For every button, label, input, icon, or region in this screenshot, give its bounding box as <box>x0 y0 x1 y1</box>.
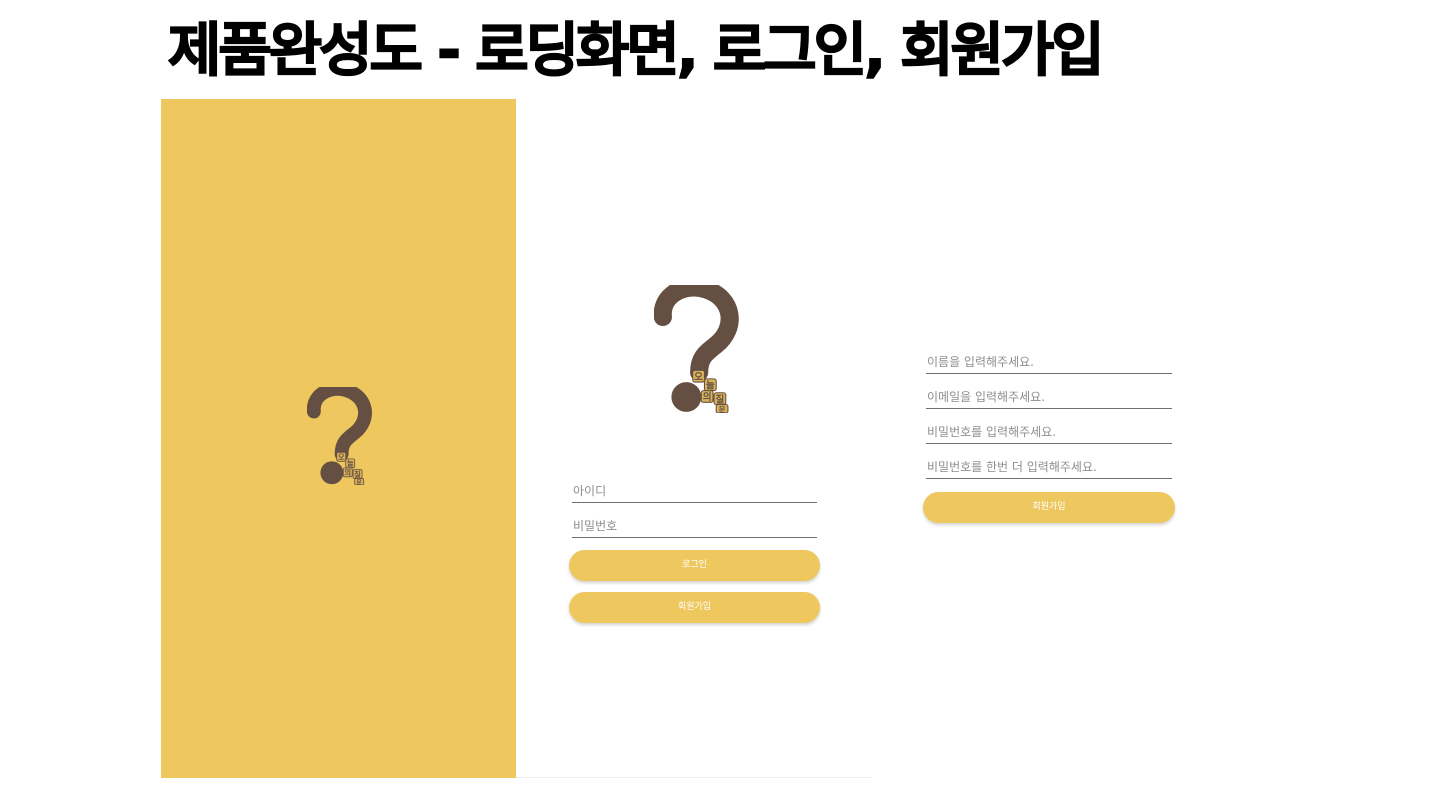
loading-screen: 오 늘 의 질 문 <box>161 99 516 778</box>
login-id-input[interactable]: 아이디 <box>572 481 817 503</box>
logo-glyph-1: 오 <box>338 453 345 462</box>
app-logo-question-mark-icon: 오 늘 의 질 문 <box>307 387 373 485</box>
logo-glyph-4: 질 <box>716 393 725 405</box>
signup-submit-button[interactable]: 회원가입 <box>923 492 1175 523</box>
slide-title: 제품완성도 - 로딩화면, 로그인, 회원가입 <box>167 15 1105 85</box>
logo-glyph-2: 늘 <box>347 459 354 468</box>
question-mark-icon: 오 늘 의 질 문 <box>307 387 372 485</box>
signup-email-input[interactable]: 이메일을 입력해주세요. <box>926 387 1172 409</box>
app-logo-question-mark-icon: 오 늘 의 질 문 <box>654 285 740 413</box>
logo-glyph-3: 의 <box>344 468 351 477</box>
login-screen: 오 늘 의 질 문 아이디 비밀번호 로그인 회원가입 <box>516 99 871 778</box>
logo-glyph-2: 늘 <box>706 380 715 391</box>
login-password-input[interactable]: 비밀번호 <box>572 516 817 538</box>
go-to-signup-button[interactable]: 회원가입 <box>569 592 820 623</box>
signup-password-confirm-input[interactable]: 비밀번호를 한번 더 입력해주세요. <box>926 457 1172 479</box>
login-button[interactable]: 로그인 <box>569 550 820 581</box>
signup-name-input[interactable]: 이름을 입력해주세요. <box>926 352 1172 374</box>
logo-glyph-5: 문 <box>719 405 726 413</box>
logo-glyph-3: 의 <box>703 391 712 403</box>
question-mark-icon: 오 늘 의 질 문 <box>654 285 739 413</box>
logo-glyph-1: 오 <box>694 372 703 383</box>
signup-password-input[interactable]: 비밀번호를 입력해주세요. <box>926 422 1172 444</box>
logo-glyph-4: 질 <box>354 470 361 479</box>
signup-screen: 이름을 입력해주세요. 이메일을 입력해주세요. 비밀번호를 입력해주세요. 비… <box>871 99 1226 778</box>
